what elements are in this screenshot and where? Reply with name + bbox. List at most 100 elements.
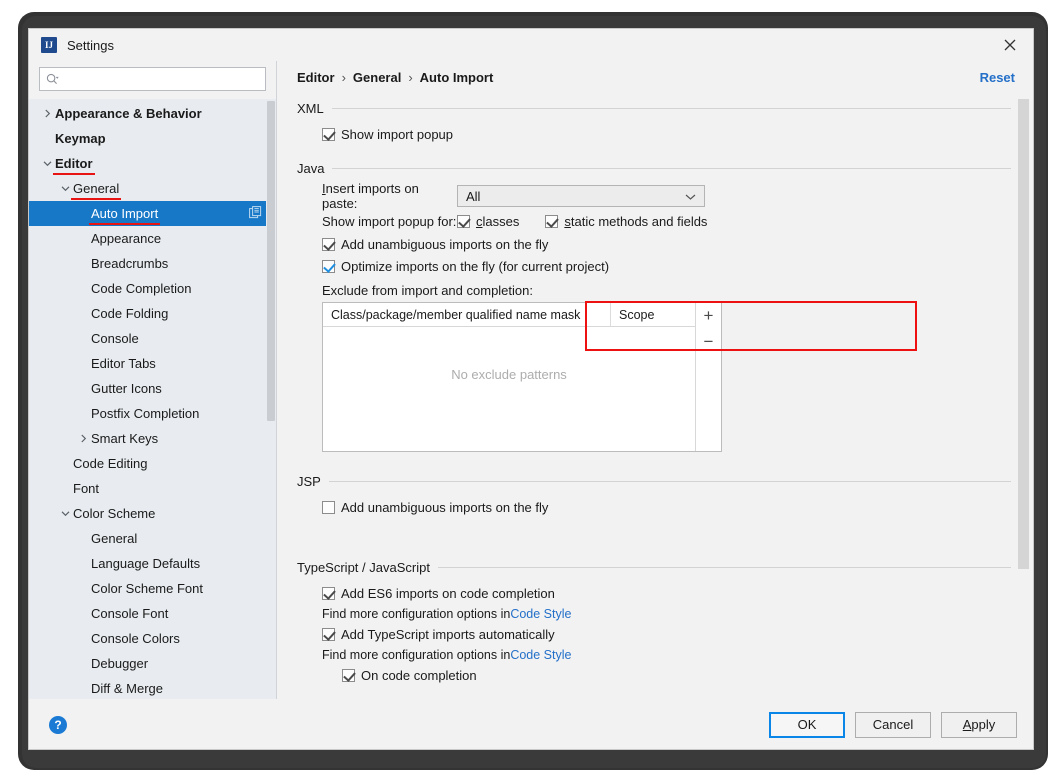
- sidebar-item-console[interactable]: Console: [29, 326, 276, 351]
- sidebar-item-color-scheme[interactable]: Color Scheme: [29, 501, 276, 526]
- sidebar-item-breadcrumbs[interactable]: Breadcrumbs: [29, 251, 276, 276]
- section-title-xml: XML: [297, 101, 324, 116]
- section-header-xml: XML: [297, 101, 1011, 116]
- help-button[interactable]: ?: [49, 715, 67, 734]
- add-exclude-button[interactable]: +: [696, 303, 722, 329]
- chevron-down-icon[interactable]: [57, 509, 73, 518]
- java-optimize-imports-row[interactable]: Optimize imports on the fly (for current…: [297, 255, 1011, 277]
- sidebar-item-label: Code Editing: [73, 456, 148, 471]
- sidebar-item-font[interactable]: Font: [29, 476, 276, 501]
- sidebar-item-auto-import[interactable]: Auto Import: [29, 201, 276, 226]
- cancel-button[interactable]: Cancel: [855, 711, 931, 738]
- jsp-add-unambiguous-label: Add unambiguous imports on the fly: [341, 499, 549, 515]
- ts-auto-imports-label: Add TypeScript imports automatically: [341, 626, 555, 642]
- sidebar-item-color-scheme-font[interactable]: Color Scheme Font: [29, 576, 276, 601]
- sidebar-item-label: Console Colors: [91, 631, 180, 646]
- ts-hint-2-text: Find more configuration options in: [322, 647, 511, 662]
- breadcrumb-separator: ›: [341, 69, 346, 85]
- dialog-button-group: OK Cancel Apply: [769, 711, 1017, 738]
- java-optimize-imports-label: Optimize imports on the fly (for current…: [341, 258, 610, 274]
- ts-auto-imports-row[interactable]: Add TypeScript imports automatically: [297, 623, 1011, 645]
- search-input[interactable]: [59, 69, 265, 89]
- ts-hint-2-link[interactable]: Code Style: [510, 648, 571, 662]
- ts-on-code-completion-row[interactable]: On code completion: [297, 664, 1011, 686]
- chevron-down-icon[interactable]: [39, 159, 55, 168]
- static-methods-checkbox-group[interactable]: static methods and fields: [545, 214, 707, 229]
- sidebar-item-label: Language Defaults: [91, 556, 201, 571]
- section-title-typescript: TypeScript / JavaScript: [297, 560, 430, 575]
- sidebar-item-code-completion[interactable]: Code Completion: [29, 276, 276, 301]
- breadcrumb-separator: ›: [408, 69, 413, 85]
- content-scrollbar-thumb[interactable]: [1018, 99, 1029, 569]
- xml-show-import-popup-checkbox[interactable]: [322, 127, 335, 141]
- ts-auto-imports-checkbox[interactable]: [322, 627, 335, 641]
- breadcrumb-item-1[interactable]: General: [353, 70, 401, 85]
- sidebar-item-smart-keys[interactable]: Smart Keys: [29, 426, 276, 451]
- search-box[interactable]: [39, 67, 266, 91]
- sidebar-scrollbar-track[interactable]: [266, 99, 276, 699]
- chevron-down-icon[interactable]: [57, 184, 73, 193]
- remove-exclude-button[interactable]: −: [696, 329, 722, 355]
- sidebar-item-editor-tabs[interactable]: Editor Tabs: [29, 351, 276, 376]
- reset-link[interactable]: Reset: [980, 70, 1015, 85]
- classes-checkbox[interactable]: [457, 214, 470, 228]
- breadcrumb-item-0[interactable]: Editor: [297, 70, 335, 85]
- sidebar-item-general[interactable]: General: [29, 176, 276, 201]
- sidebar-item-editor[interactable]: Editor: [29, 151, 276, 176]
- insert-imports-on-paste-select[interactable]: All: [457, 185, 705, 207]
- ok-button[interactable]: OK: [769, 711, 845, 738]
- sidebar-item-diff-merge[interactable]: Diff & Merge: [29, 676, 276, 699]
- dialog-titlebar: Settings: [29, 29, 1033, 61]
- sidebar-item-general[interactable]: General: [29, 526, 276, 551]
- show-import-popup-for-row: Show import popup for: classes static me…: [297, 209, 1011, 233]
- exclude-column-scope: Scope: [619, 307, 655, 322]
- classes-label: classes: [476, 213, 520, 229]
- insert-imports-on-paste-row: Insert imports on paste: All: [297, 181, 1011, 211]
- chevron-right-icon[interactable]: [75, 434, 91, 443]
- section-header-typescript: TypeScript / JavaScript: [297, 560, 1011, 575]
- ts-hint-1-link[interactable]: Code Style: [510, 607, 571, 621]
- static-methods-checkbox[interactable]: [545, 214, 559, 228]
- java-add-unambiguous-row[interactable]: Add unambiguous imports on the fly: [297, 233, 1011, 255]
- ts-on-code-completion-checkbox[interactable]: [342, 668, 355, 682]
- ts-es6-imports-checkbox[interactable]: [322, 586, 335, 600]
- jsp-add-unambiguous-checkbox[interactable]: [322, 500, 335, 514]
- desktop-backdrop: Settings: [0, 0, 1062, 782]
- classes-checkbox-group[interactable]: classes: [457, 214, 519, 229]
- sidebar-scrollbar-thumb[interactable]: [267, 101, 275, 421]
- java-add-unambiguous-checkbox[interactable]: [322, 237, 335, 251]
- settings-tree[interactable]: Appearance & Behavior Keymap Editor General…: [29, 99, 276, 699]
- close-button[interactable]: [987, 29, 1033, 61]
- exclude-from-import-label: Exclude from import and completion:: [322, 283, 533, 298]
- sidebar-item-appearance-behavior[interactable]: Appearance & Behavior: [29, 101, 276, 126]
- xml-show-import-popup-row[interactable]: Show import popup: [297, 123, 1011, 145]
- sidebar-item-console-colors[interactable]: Console Colors: [29, 626, 276, 651]
- sidebar-item-console-font[interactable]: Console Font: [29, 601, 276, 626]
- apply-button[interactable]: Apply: [941, 711, 1017, 738]
- ts-hint-1-text: Find more configuration options in: [322, 606, 511, 621]
- sidebar-item-gutter-icons[interactable]: Gutter Icons: [29, 376, 276, 401]
- jsp-add-unambiguous-row[interactable]: Add unambiguous imports on the fly: [297, 496, 1011, 518]
- sidebar-item-code-folding[interactable]: Code Folding: [29, 301, 276, 326]
- sidebar-item-label: Breadcrumbs: [91, 256, 169, 271]
- sidebar-item-debugger[interactable]: Debugger: [29, 651, 276, 676]
- java-optimize-imports-checkbox[interactable]: [322, 259, 335, 273]
- dialog-body: Appearance & Behavior Keymap Editor General…: [29, 61, 1033, 699]
- sidebar-item-postfix-completion[interactable]: Postfix Completion: [29, 401, 276, 426]
- section-rule: [331, 108, 1011, 109]
- ts-es6-imports-row[interactable]: Add ES6 imports on code completion: [297, 582, 1011, 604]
- sidebar-item-label: Editor: [53, 156, 95, 175]
- chevron-right-icon[interactable]: [39, 109, 55, 118]
- settings-sidebar: Appearance & Behavior Keymap Editor General…: [29, 61, 277, 699]
- sidebar-item-appearance[interactable]: Appearance: [29, 226, 276, 251]
- sidebar-item-keymap[interactable]: Keymap: [29, 126, 276, 151]
- sidebar-item-code-editing[interactable]: Code Editing: [29, 451, 276, 476]
- sidebar-item-label: Color Scheme Font: [91, 581, 203, 596]
- ts-on-code-completion-label: On code completion: [361, 667, 477, 683]
- search-area: [29, 61, 276, 99]
- copy-settings-icon[interactable]: [249, 205, 262, 222]
- breadcrumb: Editor › General › Auto Import Reset: [277, 61, 1033, 93]
- sidebar-item-language-defaults[interactable]: Language Defaults: [29, 551, 276, 576]
- sidebar-item-label: Console Font: [91, 606, 169, 621]
- section-title-java: Java: [297, 161, 325, 176]
